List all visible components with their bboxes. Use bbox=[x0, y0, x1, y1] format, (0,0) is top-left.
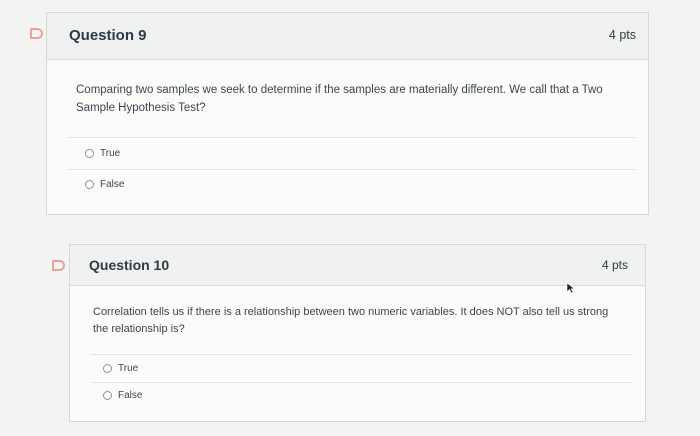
answer-label: True bbox=[118, 363, 139, 374]
radio-button[interactable] bbox=[103, 391, 112, 400]
question-10-answer-true[interactable]: True bbox=[103, 363, 138, 374]
flag-question-9-icon[interactable] bbox=[30, 28, 43, 39]
question-9-text: Comparing two samples we seek to determi… bbox=[76, 84, 603, 114]
question-10-card: Question 10 4 pts Correlation tells us i… bbox=[69, 244, 646, 422]
question-9-card: Question 9 4 pts Comparing two samples w… bbox=[46, 12, 649, 215]
question-10-divider bbox=[90, 354, 633, 355]
question-9-answer-true[interactable]: True bbox=[85, 148, 120, 159]
answer-label: False bbox=[118, 390, 143, 401]
question-9-answer-false[interactable]: False bbox=[85, 179, 124, 190]
question-9-divider-2 bbox=[67, 169, 636, 170]
question-10-text: Correlation tells us if there is a relat… bbox=[93, 306, 609, 335]
question-10-divider-2 bbox=[90, 382, 633, 383]
answer-label: False bbox=[100, 179, 125, 190]
question-10-points: 4 pts bbox=[601, 258, 628, 272]
question-9-title: Question 9 bbox=[69, 27, 147, 44]
question-9-points: 4 pts bbox=[608, 28, 636, 42]
mouse-cursor-icon bbox=[566, 282, 576, 294]
question-10-answer-false[interactable]: False bbox=[103, 390, 142, 401]
flag-question-10-icon[interactable] bbox=[52, 260, 65, 271]
radio-button[interactable] bbox=[85, 149, 94, 158]
radio-button[interactable] bbox=[85, 180, 94, 189]
question-9-divider bbox=[67, 137, 636, 138]
radio-button[interactable] bbox=[103, 364, 112, 373]
answer-label: True bbox=[100, 148, 121, 159]
question-10-title: Question 10 bbox=[89, 257, 170, 273]
